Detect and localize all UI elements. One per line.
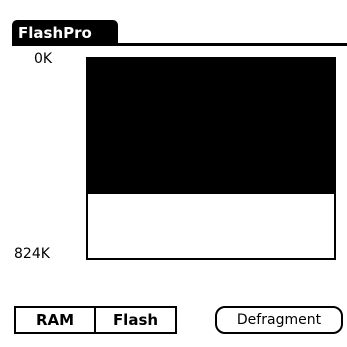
memory-top-label: 0K <box>34 51 53 67</box>
title-rule <box>12 43 347 46</box>
ram-tab-button[interactable]: RAM <box>16 308 96 332</box>
memory-bottom-label: 824K <box>14 246 50 262</box>
defragment-button[interactable]: Defragment <box>215 306 343 334</box>
flash-tab-button[interactable]: Flash <box>96 308 175 332</box>
memory-type-selector: RAM Flash <box>14 306 177 334</box>
memory-usage-bar <box>86 57 336 260</box>
memory-used-fill <box>88 59 334 195</box>
